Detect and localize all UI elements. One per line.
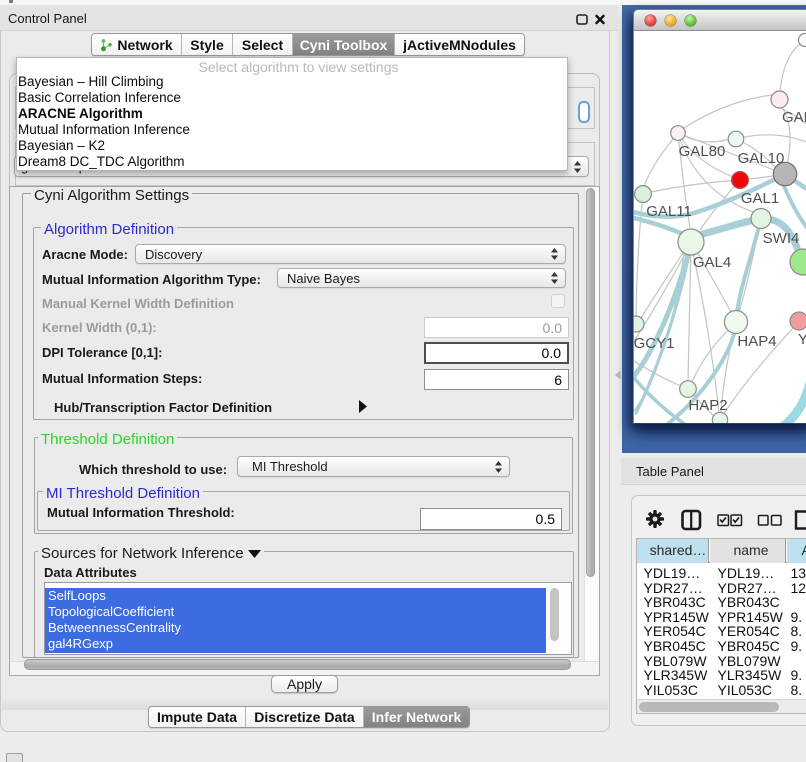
svg-text:GAL1: GAL1 — [741, 190, 779, 207]
svg-text:GAL7: GAL7 — [782, 109, 806, 126]
svg-text:HAP4: HAP4 — [737, 333, 776, 350]
svg-text:YJ: YJ — [798, 331, 806, 348]
svg-text:GAL4: GAL4 — [693, 254, 731, 271]
svg-text:GCY1: GCY1 — [634, 335, 674, 352]
svg-text:GAL10: GAL10 — [738, 150, 785, 167]
svg-text:GAL11: GAL11 — [646, 203, 692, 220]
svg-text:SWI4: SWI4 — [763, 230, 800, 247]
svg-text:GAL80: GAL80 — [679, 143, 726, 160]
svg-text:HAP2: HAP2 — [688, 397, 727, 414]
